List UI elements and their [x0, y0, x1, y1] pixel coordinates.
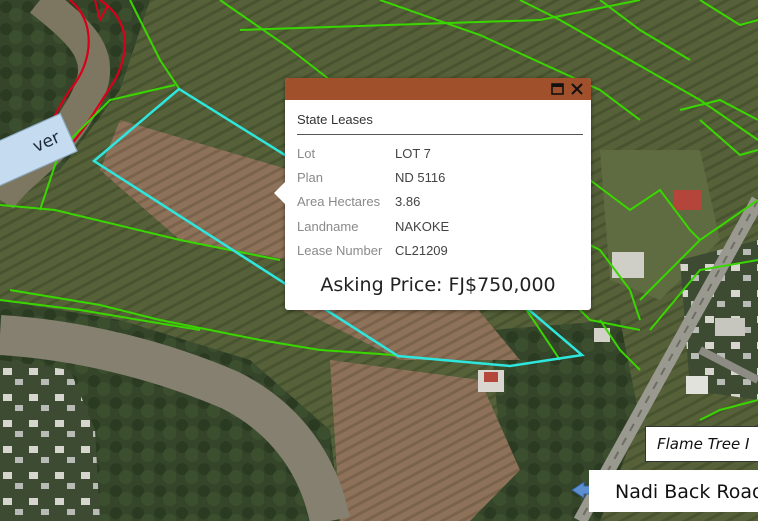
attribute-value: ND 5116 [395, 169, 446, 185]
attribute-row: Plan ND 5116 [297, 165, 449, 189]
place-label: Flame Tree I [645, 426, 758, 462]
attribute-value: CL21209 [395, 242, 448, 258]
attribute-key: Lease Number [297, 242, 383, 258]
attribute-row: Landname NAKOKE [297, 214, 449, 238]
attribute-row: Lot LOT 7 [297, 141, 449, 165]
attribute-key: Landname [297, 218, 359, 234]
feature-popup: State Leases Lot LOT 7 Plan ND 5116 Area H… [274, 78, 591, 310]
attribute-row: Lease Number CL21209 [297, 238, 449, 262]
popup-pointer [274, 182, 285, 204]
attribute-value: LOT 7 [395, 145, 431, 161]
popup-header [285, 78, 591, 100]
popup-divider [297, 134, 583, 135]
attribute-row: Area Hectares 3.86 [297, 190, 449, 214]
attribute-value: NAKOKE [395, 218, 450, 234]
attribute-key: Plan [297, 169, 324, 185]
close-icon[interactable] [568, 80, 586, 98]
road-label: Nadi Back Road [589, 470, 758, 512]
maximize-icon[interactable] [548, 80, 566, 98]
attribute-key: Lot [297, 145, 316, 161]
asking-price: Asking Price: FJ$750,000 [320, 274, 556, 296]
map-view[interactable]: ver State Leases Lot LOT 7 Plan ND 5116 Ar… [0, 0, 758, 521]
attribute-key: Area Hectares [297, 194, 381, 210]
popup-title: State Leases [297, 112, 373, 127]
attribute-table: Lot LOT 7 Plan ND 5116 Area Hectares 3.86 L… [297, 141, 449, 262]
attribute-value: 3.86 [395, 194, 421, 210]
